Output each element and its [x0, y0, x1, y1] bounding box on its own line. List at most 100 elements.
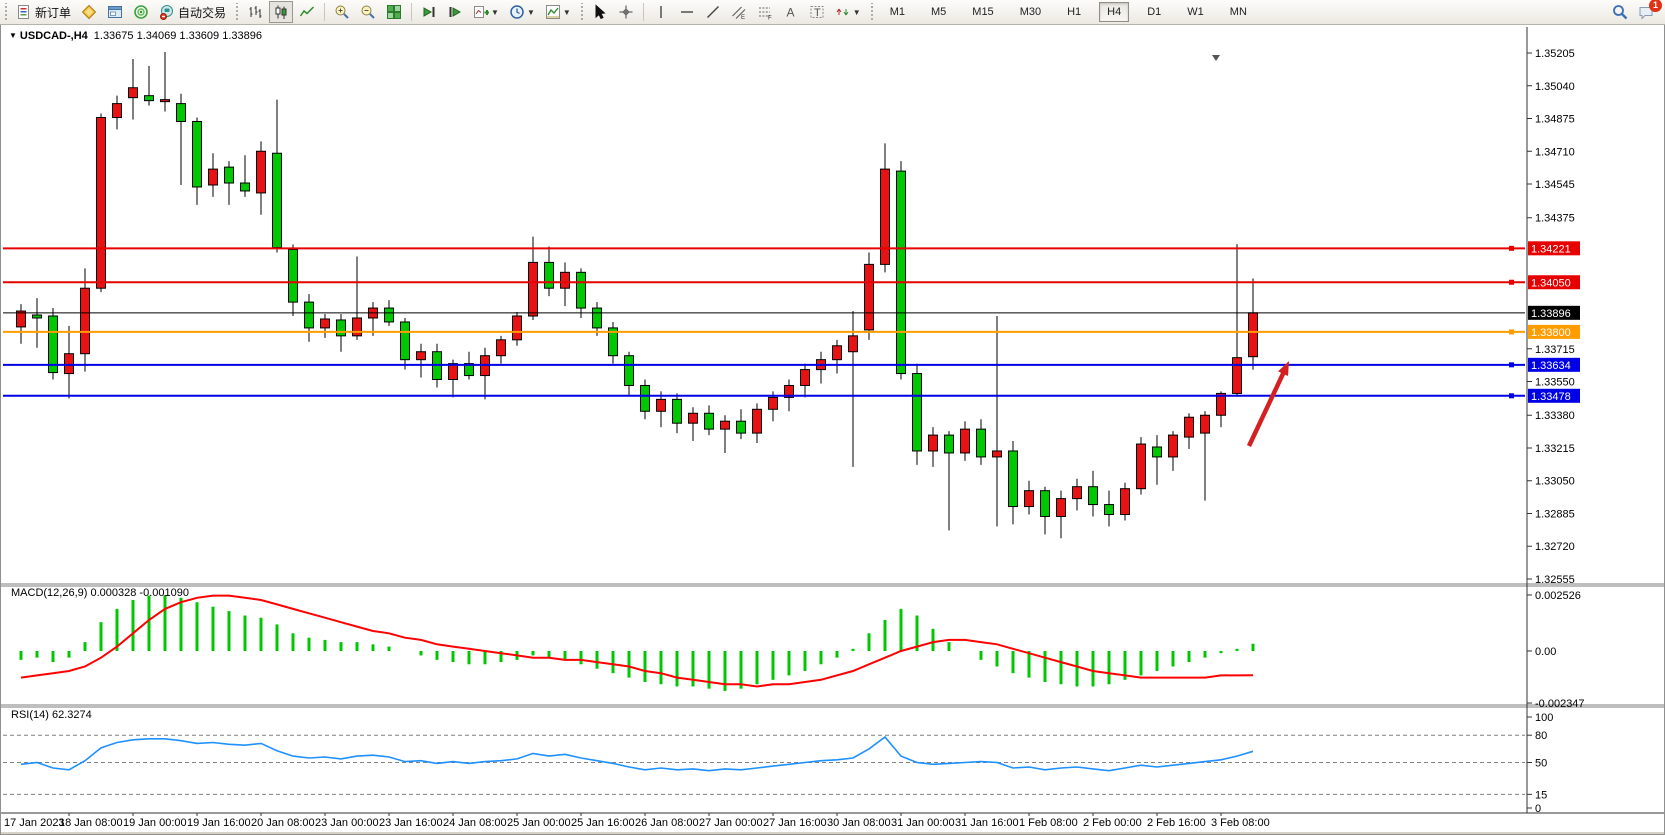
toolbar-grip[interactable]	[869, 3, 874, 21]
toolbar-grip[interactable]	[234, 3, 239, 21]
candle	[801, 364, 810, 398]
candle	[977, 419, 986, 465]
symbol-period-label: USDCAD-,H4	[20, 30, 88, 42]
svg-text:F: F	[768, 16, 772, 21]
signals-button[interactable]	[129, 1, 153, 23]
timeframe-w1-button[interactable]: W1	[1179, 2, 1212, 22]
timeframe-h4-button[interactable]: H4	[1099, 2, 1129, 22]
arrows-tool-button[interactable]: ▼	[831, 1, 865, 23]
channel-tool-button[interactable]: E	[727, 1, 751, 23]
chart-canvas[interactable]: 1.352051.350401.348751.347101.345451.343…	[1, 25, 1664, 834]
terminal-window-button[interactable]	[103, 1, 127, 23]
vertical-line-tool-button[interactable]	[649, 1, 673, 23]
trendline-tool-button[interactable]	[701, 1, 725, 23]
text-tool-button[interactable]: A	[779, 1, 803, 23]
add-indicator-icon	[473, 4, 489, 20]
candle	[401, 318, 410, 370]
candle	[897, 161, 906, 379]
candle	[1249, 278, 1258, 369]
chart-window: 1.352051.350401.348751.347101.345451.343…	[0, 24, 1665, 835]
tile-windows-icon	[386, 4, 402, 20]
notifications-button[interactable]: 1	[1634, 1, 1658, 23]
chart-title: ▼USDCAD-,H41.33675 1.34069 1.33609 1.338…	[9, 30, 262, 42]
bar-chart-mode-button[interactable]	[243, 1, 267, 23]
new-order-button[interactable]: 新订单	[12, 1, 75, 23]
tile-windows-button[interactable]	[382, 1, 406, 23]
candle	[961, 421, 970, 461]
candle	[353, 256, 362, 339]
candle	[1041, 487, 1050, 535]
horizontal-line-tool-button[interactable]	[675, 1, 699, 23]
signal-icon	[133, 4, 149, 20]
timeframe-mn-button[interactable]: MN	[1222, 2, 1255, 22]
toolbar-grip[interactable]	[579, 3, 584, 21]
timeframe-m15-button[interactable]: M15	[964, 2, 1001, 22]
time-axis[interactable]	[1, 813, 1664, 834]
dropdown-caret-icon: ▼	[563, 8, 571, 17]
candle	[1089, 471, 1098, 517]
zoom-in-button[interactable]	[330, 1, 354, 23]
templates-button[interactable]: ▼	[541, 1, 575, 23]
gold-diamond-icon	[81, 4, 97, 20]
level-lines[interactable]	[3, 246, 1525, 398]
new-order-icon	[16, 4, 32, 20]
timeframe-m1-button[interactable]: M1	[882, 2, 913, 22]
candle	[721, 415, 730, 453]
crosshair-tool-button[interactable]	[614, 1, 638, 23]
timeframe-h1-button[interactable]: H1	[1059, 2, 1089, 22]
autotrade-button[interactable]: 自动交易	[155, 1, 230, 23]
toolbar-separator	[324, 3, 325, 21]
auto-scroll-icon	[421, 4, 437, 20]
auto-scroll-button[interactable]	[417, 1, 441, 23]
candle	[705, 405, 714, 435]
periods-button[interactable]: ▼	[505, 1, 539, 23]
text-label-tool-button[interactable]: T	[805, 1, 829, 23]
ohlc-bars-icon	[247, 4, 263, 20]
candle	[1137, 437, 1146, 495]
candle	[241, 155, 250, 197]
fibonacci-tool-button[interactable]: F	[753, 1, 777, 23]
candle	[913, 364, 922, 465]
candle	[737, 409, 746, 439]
chart-shift-button[interactable]	[443, 1, 467, 23]
candle	[1025, 481, 1034, 515]
zoom-out-button[interactable]	[356, 1, 380, 23]
candle-chart-mode-button[interactable]	[269, 1, 293, 23]
notification-badge: 1	[1649, 0, 1662, 12]
candle	[817, 352, 826, 384]
candle	[177, 94, 186, 185]
candle	[113, 96, 122, 130]
timeframe-m30-button[interactable]: M30	[1012, 2, 1049, 22]
toolbar-grip[interactable]	[3, 3, 8, 21]
chart-window-button[interactable]	[77, 1, 101, 23]
fibonacci-icon: F	[757, 4, 773, 20]
toolbar: 新订单 自动交易	[0, 0, 1665, 25]
candlestick-icon	[273, 4, 289, 20]
indicators-button[interactable]: ▼	[469, 1, 503, 23]
candle	[545, 247, 554, 297]
macd-histogram	[21, 595, 1253, 691]
search-button[interactable]	[1608, 1, 1632, 23]
price-axis[interactable]	[1527, 25, 1664, 813]
candle	[161, 52, 170, 112]
svg-text:T: T	[814, 7, 821, 19]
candle	[49, 308, 58, 379]
candle	[881, 143, 890, 272]
rsi-indicator-label: RSI(14) 62.3274	[11, 709, 92, 721]
trend-arrow[interactable]	[1249, 361, 1289, 446]
candle	[1185, 413, 1194, 449]
candle	[753, 403, 762, 443]
cursor-tool-button[interactable]	[588, 1, 612, 23]
line-chart-mode-button[interactable]	[295, 1, 319, 23]
timeframe-m5-button[interactable]: M5	[923, 2, 954, 22]
svg-text:E: E	[741, 15, 745, 20]
symbol-dropdown-icon[interactable]: ▼	[9, 31, 17, 40]
vertical-line-icon	[653, 4, 669, 20]
dropdown-caret-icon: ▼	[491, 8, 499, 17]
dropdown-caret-icon: ▼	[853, 8, 861, 17]
crosshair-icon	[618, 4, 634, 20]
candle	[593, 302, 602, 336]
candle	[513, 312, 522, 346]
timeframe-d1-button[interactable]: D1	[1139, 2, 1169, 22]
toolbar-separator	[643, 3, 644, 21]
